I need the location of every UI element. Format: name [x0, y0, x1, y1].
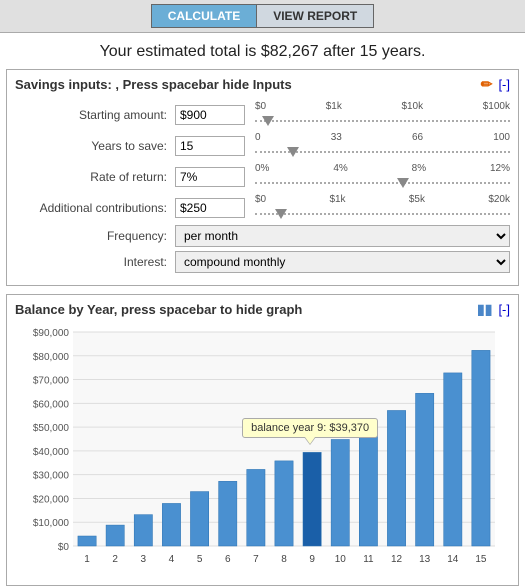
svg-text:5: 5 — [197, 554, 203, 565]
svg-text:$80,000: $80,000 — [33, 352, 70, 363]
chart-container: $90,000 $80,000 $70,000 $60,000 $50,000 $40,0… — [15, 324, 510, 577]
slider-track-3[interactable] — [255, 207, 510, 221]
svg-text:$20,000: $20,000 — [33, 494, 70, 505]
svg-text:$70,000: $70,000 — [33, 376, 70, 387]
slider-scale-0: $0 $1k $10k $100k — [255, 101, 510, 112]
svg-text:2: 2 — [112, 554, 118, 565]
slider-line-2 — [255, 182, 510, 184]
slider-scale-label: $0 — [255, 194, 266, 205]
svg-text:$40,000: $40,000 — [33, 447, 70, 458]
svg-text:7: 7 — [253, 554, 259, 565]
slider-track-2[interactable] — [255, 176, 510, 190]
slider-thumb-2[interactable] — [397, 178, 409, 188]
slider-input-1[interactable] — [175, 136, 245, 156]
slider-scale-label: $5k — [409, 194, 425, 205]
svg-text:$90,000: $90,000 — [33, 328, 70, 339]
slider-thumb-1[interactable] — [287, 147, 299, 157]
slider-scale-label: $0 — [255, 101, 266, 112]
slider-line-0 — [255, 120, 510, 122]
slider-scale-label: 12% — [490, 163, 510, 174]
slider-scale-label: $20k — [488, 194, 510, 205]
summary-text: Your estimated total is $82,267 after 15… — [0, 33, 525, 69]
svg-text:8: 8 — [281, 554, 287, 565]
slider-scale-label: $1k — [326, 101, 342, 112]
svg-text:15: 15 — [475, 554, 487, 565]
slider-rows-container: Starting amount: $0 $1k $10k $100k Years to s… — [15, 101, 510, 221]
slider-scale-label: $100k — [483, 101, 510, 112]
dropdown-rows-container: Frequency:per monthper yearper weekInter… — [15, 225, 510, 273]
slider-row-1: Years to save: 0 33 66 100 — [15, 132, 510, 159]
slider-scale-label: $1k — [329, 194, 345, 205]
inputs-header-right: ✏ [-] — [481, 76, 510, 93]
dropdown-select-0[interactable]: per monthper yearper week — [175, 225, 510, 247]
slider-thumb-0[interactable] — [262, 116, 274, 126]
svg-text:$60,000: $60,000 — [33, 399, 70, 410]
view-report-button[interactable]: VIEW REPORT — [256, 4, 374, 28]
slider-thumb-3[interactable] — [275, 209, 287, 219]
slider-scale-label: 0 — [255, 132, 261, 143]
slider-row-2: Rate of return: 0% 4% 8% 12% — [15, 163, 510, 190]
slider-area-0: $0 $1k $10k $100k — [255, 101, 510, 128]
slider-track-1[interactable] — [255, 145, 510, 159]
svg-text:$10,000: $10,000 — [33, 518, 70, 529]
svg-text:10: 10 — [335, 554, 347, 565]
bar-chart-icon: ▮▮ — [477, 301, 492, 318]
dropdown-select-1[interactable]: compound monthlycompound annuallysimple — [175, 251, 510, 273]
svg-text:$0: $0 — [58, 542, 70, 553]
calculate-button[interactable]: CALCULATE — [151, 4, 256, 28]
slider-area-3: $0 $1k $5k $20k — [255, 194, 510, 221]
svg-text:13: 13 — [419, 554, 431, 565]
chart-section: Balance by Year, press spacebar to hide … — [6, 294, 519, 586]
slider-input-3[interactable] — [175, 198, 245, 218]
slider-input-2[interactable] — [175, 167, 245, 187]
dropdown-label-1: Interest: — [15, 255, 175, 269]
slider-track-0[interactable] — [255, 114, 510, 128]
chart-header-right: ▮▮ [-] — [477, 301, 510, 318]
dropdown-label-0: Frequency: — [15, 229, 175, 243]
slider-scale-label: 33 — [331, 132, 342, 143]
svg-text:4: 4 — [169, 554, 175, 565]
slider-area-2: 0% 4% 8% 12% — [255, 163, 510, 190]
slider-line-3 — [255, 213, 510, 215]
slider-scale-2: 0% 4% 8% 12% — [255, 163, 510, 174]
slider-scale-label: $10k — [401, 101, 423, 112]
chart-svg: $90,000 $80,000 $70,000 $60,000 $50,000 $40,0… — [15, 324, 505, 574]
dropdown-row-0: Frequency:per monthper yearper week — [15, 225, 510, 247]
slider-label-2: Rate of return: — [15, 170, 175, 184]
inputs-header-label: Savings inputs: , Press spacebar hide In… — [15, 77, 292, 92]
slider-area-1: 0 33 66 100 — [255, 132, 510, 159]
slider-scale-1: 0 33 66 100 — [255, 132, 510, 143]
svg-text:14: 14 — [447, 554, 459, 565]
inputs-panel: Savings inputs: , Press spacebar hide In… — [6, 69, 519, 286]
svg-text:$50,000: $50,000 — [33, 423, 70, 434]
chart-header: Balance by Year, press spacebar to hide … — [15, 301, 510, 318]
edit-icon[interactable]: ✏ — [481, 76, 493, 93]
toolbar: CALCULATE VIEW REPORT — [0, 0, 525, 33]
slider-scale-label: 100 — [493, 132, 510, 143]
slider-label-0: Starting amount: — [15, 108, 175, 122]
slider-label-3: Additional contributions: — [15, 201, 175, 215]
svg-text:$30,000: $30,000 — [33, 471, 70, 482]
slider-row-0: Starting amount: $0 $1k $10k $100k — [15, 101, 510, 128]
inputs-collapse-button[interactable]: [-] — [498, 77, 510, 92]
slider-scale-label: 66 — [412, 132, 423, 143]
dropdown-row-1: Interest:compound monthlycompound annual… — [15, 251, 510, 273]
svg-text:12: 12 — [391, 554, 403, 565]
svg-text:11: 11 — [363, 554, 374, 565]
slider-scale-label: 4% — [333, 163, 347, 174]
slider-scale-label: 8% — [412, 163, 426, 174]
slider-scale-label: 0% — [255, 163, 269, 174]
svg-text:9: 9 — [309, 554, 315, 565]
svg-text:1: 1 — [84, 554, 90, 565]
chart-header-label: Balance by Year, press spacebar to hide … — [15, 302, 302, 317]
inputs-header: Savings inputs: , Press spacebar hide In… — [15, 76, 510, 93]
svg-text:6: 6 — [225, 554, 231, 565]
slider-scale-3: $0 $1k $5k $20k — [255, 194, 510, 205]
slider-input-0[interactable] — [175, 105, 245, 125]
chart-collapse-button[interactable]: [-] — [498, 302, 510, 317]
slider-row-3: Additional contributions: $0 $1k $5k $20k — [15, 194, 510, 221]
slider-label-1: Years to save: — [15, 139, 175, 153]
svg-text:3: 3 — [141, 554, 147, 565]
